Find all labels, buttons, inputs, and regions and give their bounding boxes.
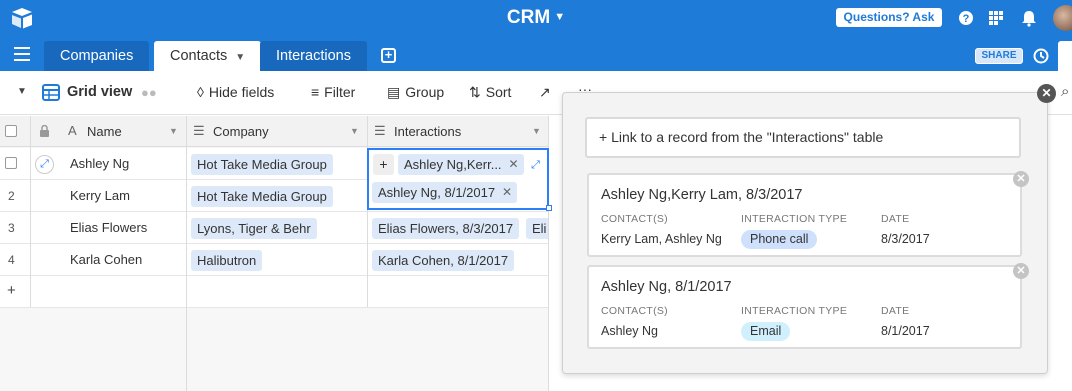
field-label: CONTACT(S) <box>601 213 668 225</box>
contact-name[interactable]: Karla Cohen <box>70 252 142 267</box>
bell-icon[interactable] <box>1019 8 1039 28</box>
menu-icon[interactable] <box>14 47 30 61</box>
group-icon: ▤ <box>387 84 401 100</box>
help-icon[interactable]: ? <box>956 8 976 28</box>
collapse-sidebar-icon[interactable]: ▼ <box>17 86 27 97</box>
linked-record-icon: ☰ <box>193 123 205 138</box>
interaction-chip[interactable]: Ashley Ng,Kerr... ✕ <box>398 154 524 175</box>
row-number: 3 <box>8 221 15 235</box>
link-record-button[interactable]: + Link to a record from the "Interaction… <box>585 117 1021 158</box>
row-number: 2 <box>8 189 15 203</box>
text-field-icon: A <box>68 123 77 138</box>
tab-interactions[interactable]: Interactions <box>260 41 367 71</box>
contacts-value: Ashley Ng <box>601 324 658 338</box>
tab-contacts[interactable]: Contacts ▼ <box>154 41 262 71</box>
chevron-down-icon[interactable]: ▼ <box>235 52 245 63</box>
table-row[interactable]: 4 Karla Cohen Halibutron Karla Cohen, 8/… <box>0 244 549 276</box>
select-all-checkbox[interactable] <box>5 125 17 137</box>
interactions-cell-editor[interactable]: + Ashley Ng,Kerr... ✕ ⤢ Ashley Ng, 8/1/20… <box>367 148 552 211</box>
field-label: INTERACTION TYPE <box>741 305 848 317</box>
column-header-interactions[interactable]: Interactions <box>394 124 461 139</box>
top-bar: CRM ▼ Questions? Ask us ? <box>0 0 1072 43</box>
grid-view-icon <box>42 84 60 101</box>
field-label: DATE <box>881 305 910 317</box>
add-row-icon[interactable]: + <box>7 282 16 299</box>
chevron-down-icon[interactable]: ▼ <box>169 126 178 136</box>
search-icon[interactable]: ⌕ <box>1061 83 1069 100</box>
column-divider <box>30 116 31 307</box>
record-title: Ashley Ng,Kerry Lam, 8/3/2017 <box>601 187 803 203</box>
table-tab-bar: Companies Contacts ▼ Interactions + SHARE <box>0 38 1072 71</box>
unlink-icon[interactable]: ✕ <box>1013 263 1029 279</box>
linked-record-card[interactable]: Ashley Ng,Kerry Lam, 8/3/2017 CONTACT(S)… <box>587 171 1029 257</box>
svg-text:?: ? <box>963 13 970 25</box>
company-chip[interactable]: Halibutron <box>191 250 263 271</box>
tab-companies[interactable]: Companies <box>44 41 150 71</box>
row-checkbox[interactable] <box>5 157 17 169</box>
ask-us-button[interactable]: Questions? Ask us <box>836 8 942 43</box>
remove-icon[interactable]: ✕ <box>508 154 518 175</box>
sort-button[interactable]: ⇅ Sort <box>469 84 511 101</box>
collaborators-icon: ●● <box>141 85 157 100</box>
empty-grid-area <box>187 308 548 391</box>
add-link-button[interactable]: + <box>373 154 394 175</box>
row-number: 4 <box>8 253 15 267</box>
fill-handle[interactable] <box>546 205 552 211</box>
expand-cell-icon[interactable]: ⤢ <box>527 157 544 174</box>
history-icon[interactable] <box>1031 46 1051 66</box>
field-label: INTERACTION TYPE <box>741 213 848 225</box>
expand-record-icon[interactable]: ⤢ <box>35 155 54 174</box>
search-tab[interactable] <box>1058 41 1072 71</box>
add-table-icon[interactable]: + <box>381 48 396 63</box>
chevron-down-icon[interactable]: ▼ <box>350 126 359 136</box>
filter-icon: ≡ <box>311 84 320 100</box>
close-icon[interactable]: ✕ <box>1037 84 1056 103</box>
filter-button[interactable]: ≡ Filter <box>311 84 355 100</box>
hide-fields-button[interactable]: ◊ Hide fields <box>197 84 274 100</box>
date-value: 8/1/2017 <box>881 324 930 338</box>
column-header-name[interactable]: Name <box>87 124 122 139</box>
company-chip[interactable]: Hot Take Media Group <box>191 186 333 207</box>
column-header-company[interactable]: Company <box>213 124 269 139</box>
linked-record-card[interactable]: Ashley Ng, 8/1/2017 CONTACT(S) INTERACTI… <box>587 263 1029 349</box>
chevron-down-icon[interactable]: ▼ <box>532 126 541 136</box>
view-name[interactable]: Grid view <box>67 84 132 100</box>
group-button[interactable]: ▤ Group <box>387 84 444 101</box>
apps-grid-icon[interactable] <box>986 8 1006 28</box>
chevron-down-icon: ▼ <box>554 11 566 23</box>
company-chip[interactable]: Hot Take Media Group <box>191 154 333 175</box>
linked-record-icon: ☰ <box>374 123 386 138</box>
contact-name[interactable]: Elias Flowers <box>70 220 147 235</box>
eye-slash-icon: ◊ <box>197 84 204 100</box>
lock-icon <box>40 125 49 137</box>
record-title: Ashley Ng, 8/1/2017 <box>601 279 732 295</box>
grid-header <box>0 116 549 147</box>
sort-icon: ⇅ <box>469 84 481 100</box>
company-chip[interactable]: Lyons, Tiger & Behr <box>191 218 317 239</box>
remove-icon[interactable]: ✕ <box>502 182 512 203</box>
share-view-icon[interactable]: ↗ <box>539 84 551 101</box>
interaction-chip[interactable]: Eli <box>526 218 549 239</box>
add-row[interactable]: + <box>0 276 549 308</box>
share-button[interactable]: SHARE <box>975 48 1023 64</box>
interaction-chip[interactable]: Karla Cohen, 8/1/2017 <box>372 250 515 271</box>
field-label: DATE <box>881 213 910 225</box>
user-avatar[interactable] <box>1053 5 1072 31</box>
interaction-type-pill: Phone call <box>741 230 818 249</box>
interaction-type-pill: Email <box>741 322 791 341</box>
column-divider <box>367 116 368 307</box>
contacts-value: Kerry Lam, Ashley Ng <box>601 232 722 246</box>
date-value: 8/3/2017 <box>881 232 930 246</box>
interaction-chip[interactable]: Elias Flowers, 8/3/2017 <box>372 218 520 239</box>
contact-name[interactable]: Kerry Lam <box>70 188 130 203</box>
table-row[interactable]: 3 Elias Flowers Lyons, Tiger & Behr Elia… <box>0 212 549 244</box>
contact-name[interactable]: Ashley Ng <box>70 156 129 171</box>
unlink-icon[interactable]: ✕ <box>1013 171 1029 187</box>
interaction-chip[interactable]: Ashley Ng, 8/1/2017 ✕ <box>372 182 518 203</box>
field-label: CONTACT(S) <box>601 305 668 317</box>
